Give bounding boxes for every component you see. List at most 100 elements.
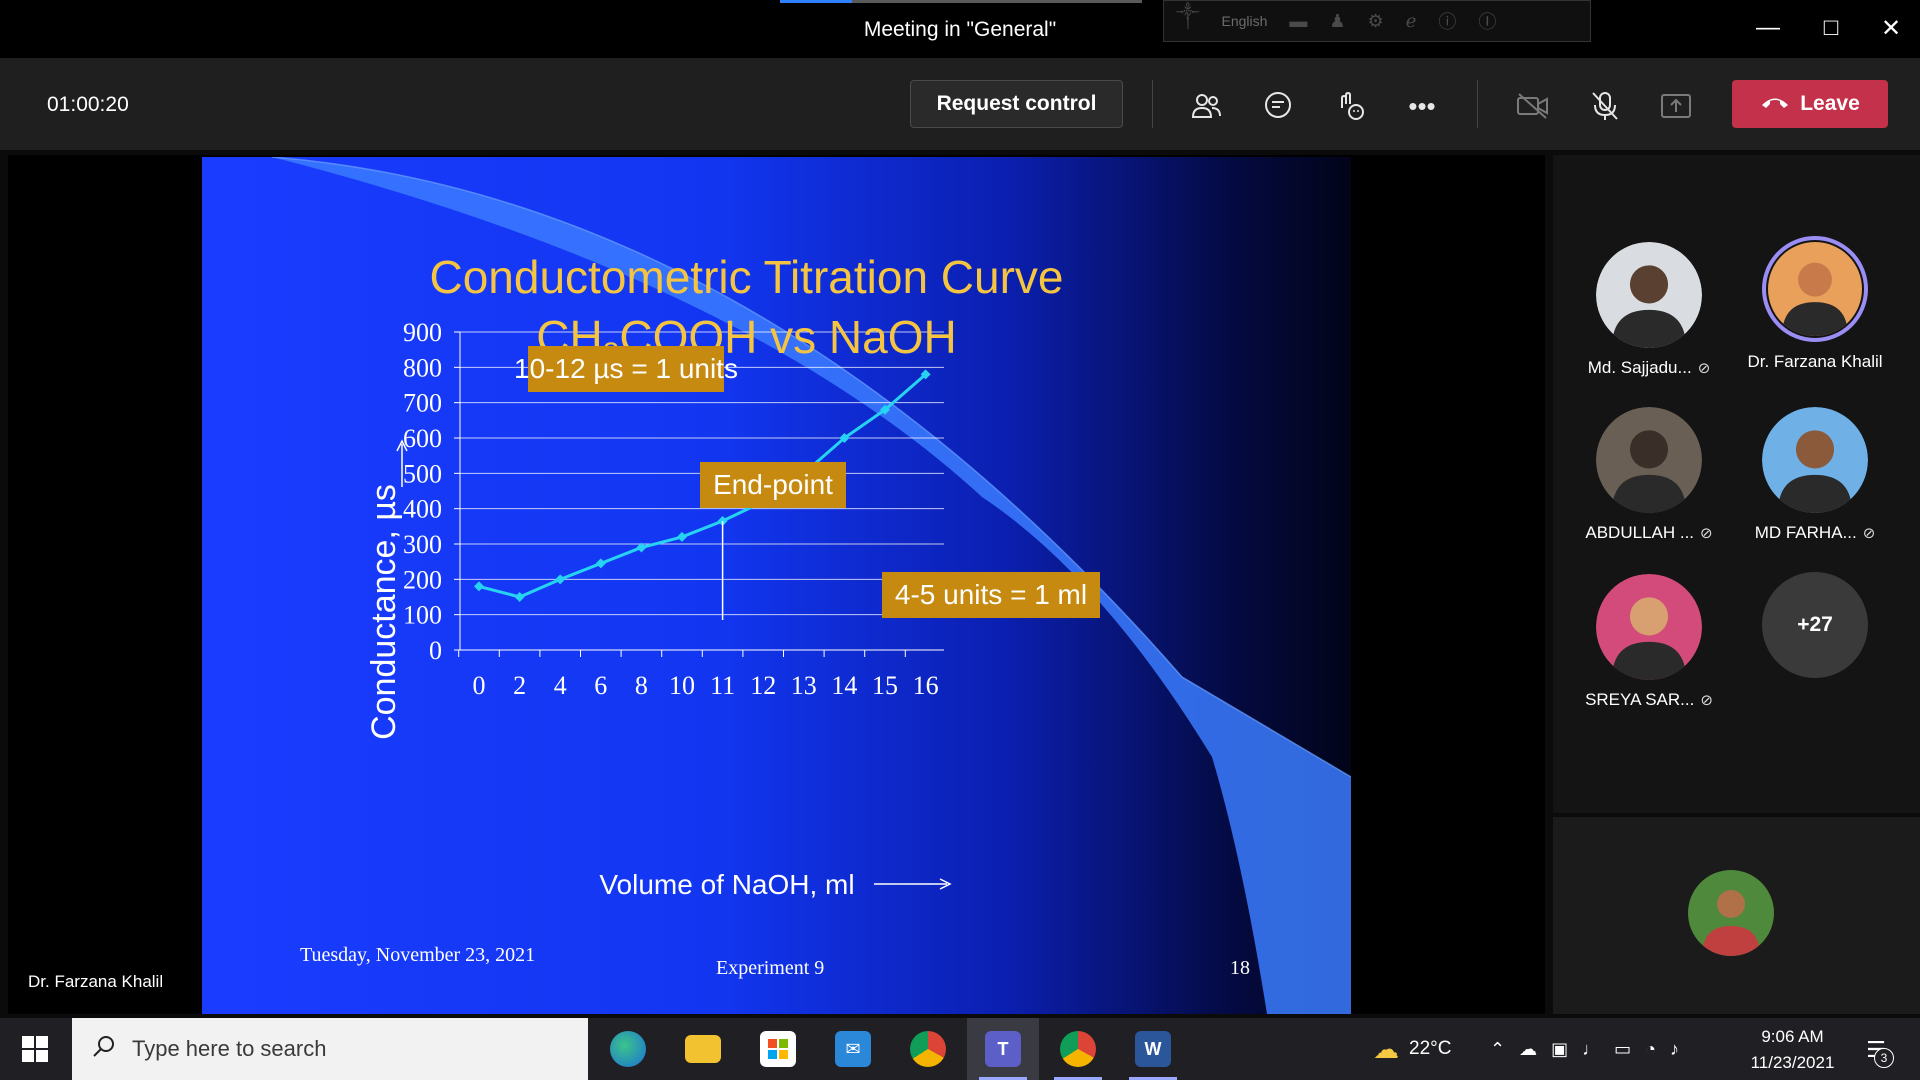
participant-tile[interactable]: MD FARHA... ⊘ <box>1735 407 1895 543</box>
participant-avatar <box>1762 236 1868 342</box>
info-icon[interactable]: Ⓘ <box>1478 8 1496 34</box>
close-icon[interactable]: ✕ <box>1868 10 1914 46</box>
presentation-slide: 0 100 200 300 400 500 600 700 800 900 0 2 4 6 8 10 11 12… <box>202 157 1351 1014</box>
taskbar-mail-icon[interactable]: ✉ <box>817 1018 889 1080</box>
taskbar-clock[interactable]: 9:06 AM 11/23/2021 <box>1740 1024 1845 1076</box>
y-tick-label: 0 <box>429 636 442 665</box>
x-tick-label: 4 <box>554 671 567 700</box>
participant-tile[interactable]: SREYA SAR... ⊘ <box>1569 574 1729 710</box>
title-bar: Meeting in "General" ༒ English ▬ ♟ ⚙ ℯ ⓘ… <box>0 0 1920 58</box>
endpoint-annotation: End-point <box>700 462 846 508</box>
y-tick-label: 400 <box>403 495 442 524</box>
meeting-toolbar: 01:00:20 Request control ••• Leave <box>0 58 1920 150</box>
participant-avatar <box>1596 574 1702 680</box>
volume-icon[interactable]: ♪ <box>1670 1039 1679 1060</box>
more-options-icon[interactable]: ••• <box>1402 86 1442 126</box>
camera-off-icon[interactable] <box>1513 86 1553 126</box>
leave-button[interactable]: Leave <box>1732 80 1888 128</box>
stamp-icon[interactable]: ♟ <box>1329 11 1345 32</box>
participant-name-row: Dr. Farzana Khalil <box>1735 352 1895 372</box>
x-tick-label: 16 <box>913 671 939 700</box>
participant-name-row: SREYA SAR... ⊘ <box>1569 690 1729 710</box>
search-placeholder: Type here to search <box>132 1036 327 1061</box>
participant-name: Md. Sajjadu... <box>1587 358 1692 377</box>
participant-tile[interactable]: Dr. Farzana Khalil <box>1735 236 1895 372</box>
y-tick-label: 700 <box>403 389 442 418</box>
reactions-icon[interactable] <box>1330 86 1370 126</box>
y-axis-label: Conductance, µs <box>365 484 403 740</box>
pen-icon[interactable]: ▬ <box>1289 11 1307 32</box>
y-tick-label: 200 <box>403 565 442 594</box>
chat-icon[interactable] <box>1258 86 1298 126</box>
minimize-icon[interactable]: — <box>1745 10 1791 46</box>
toolbar-divider <box>1477 80 1478 128</box>
mic-off-icon[interactable] <box>1585 86 1625 126</box>
y-tick-label: 600 <box>403 424 442 453</box>
mic-off-icon: ⊘ <box>1700 692 1713 709</box>
participant-avatar <box>1762 407 1868 513</box>
taskbar-store-icon[interactable] <box>742 1018 814 1080</box>
weather-temperature: 22°C <box>1409 1038 1452 1059</box>
system-tray: ⌃ ☁ ▣ ♩ ▭ ◔ ♪ <box>1490 1018 1679 1080</box>
participant-name: Dr. Farzana Khalil <box>1747 352 1883 371</box>
search-icon <box>92 1034 116 1064</box>
taskbar-search-box[interactable]: Type here to search <box>72 1018 588 1080</box>
data-point <box>474 581 484 592</box>
browser-icon[interactable]: ℯ <box>1406 11 1417 32</box>
taskbar-word-icon[interactable]: W <box>1117 1018 1189 1080</box>
weather-widget[interactable]: ☁ 22°C <box>1373 1018 1451 1080</box>
y-tick-label: 500 <box>403 459 442 488</box>
x-tick-label: 12 <box>750 671 776 700</box>
floating-tool-strip: ༒ English ▬ ♟ ⚙ ℯ ⓘ Ⓘ <box>1163 0 1591 42</box>
phone-hangup-icon <box>1760 92 1790 116</box>
units-annotation: 10-12 µs = 1 units <box>514 346 738 392</box>
slide-footer-page: 18 <box>1230 957 1250 979</box>
participant-tile[interactable]: ABDULLAH ... ⊘ <box>1569 407 1729 543</box>
battery-icon[interactable]: ▭ <box>1614 1039 1631 1060</box>
microphone-icon[interactable]: ♩ <box>1582 1039 1600 1060</box>
help-icon[interactable]: ⓘ <box>1438 8 1456 34</box>
clock-date: 11/23/2021 <box>1750 1053 1835 1072</box>
mic-off-icon: ⊘ <box>1697 360 1711 377</box>
participant-name: SREYA SAR... <box>1585 690 1695 709</box>
language-selector[interactable]: English <box>1221 13 1267 29</box>
participant-name: ABDULLAH ... <box>1585 523 1695 542</box>
x-tick-label: 2 <box>513 671 526 700</box>
maximize-icon[interactable]: □ <box>1808 10 1854 46</box>
taskbar-edge-icon[interactable] <box>592 1018 664 1080</box>
participants-icon[interactable] <box>1186 86 1226 126</box>
data-point <box>555 574 566 585</box>
toolbar-divider <box>1152 80 1153 128</box>
taskbar-chrome-icon[interactable] <box>1042 1018 1114 1080</box>
onedrive-icon[interactable]: ☁ <box>1519 1039 1537 1060</box>
data-point <box>595 558 606 569</box>
participant-name-row: ABDULLAH ... ⊘ <box>1569 523 1729 543</box>
request-control-button[interactable]: Request control <box>910 80 1123 128</box>
windows-start-icon[interactable] <box>0 1018 70 1080</box>
data-point <box>514 592 525 602</box>
more-participants[interactable]: +27 <box>1735 572 1895 678</box>
x-tick-label: 8 <box>635 671 648 700</box>
wifi-icon[interactable]: ◔ <box>1645 1039 1656 1060</box>
chevron-up-icon[interactable]: ⌃ <box>1490 1039 1505 1060</box>
taskbar-teams-icon[interactable]: T <box>967 1018 1039 1080</box>
participant-avatar <box>1596 407 1702 513</box>
share-screen-icon[interactable] <box>1656 86 1696 126</box>
x-axis-ticks: 0 2 4 6 8 10 11 12 13 14 15 16 <box>458 650 939 700</box>
ml-annotation: 4-5 units = 1 ml <box>882 572 1100 618</box>
x-tick-label: 10 <box>669 671 695 700</box>
logo-icon[interactable]: ༒ <box>1176 0 1199 46</box>
self-avatar <box>1688 870 1774 956</box>
y-tick-label: 300 <box>403 530 442 559</box>
slide-footer-date: Tuesday, November 23, 2021 <box>300 944 536 966</box>
gear-icon[interactable]: ⚙ <box>1368 11 1384 32</box>
x-tick-label: 0 <box>473 671 486 700</box>
participant-tile[interactable]: Md. Sajjadu... ⊘ <box>1569 242 1729 378</box>
taskbar-chrome-icon[interactable] <box>892 1018 964 1080</box>
taskbar-file-explorer-icon[interactable] <box>667 1018 739 1080</box>
mic-off-icon: ⊘ <box>1862 525 1876 542</box>
presenter-name-label: Dr. Farzana Khalil <box>28 972 164 991</box>
participant-avatar <box>1596 242 1702 348</box>
device-icon[interactable]: ▣ <box>1551 1039 1568 1060</box>
notifications-icon[interactable]: ☰ 3 <box>1856 1032 1896 1068</box>
